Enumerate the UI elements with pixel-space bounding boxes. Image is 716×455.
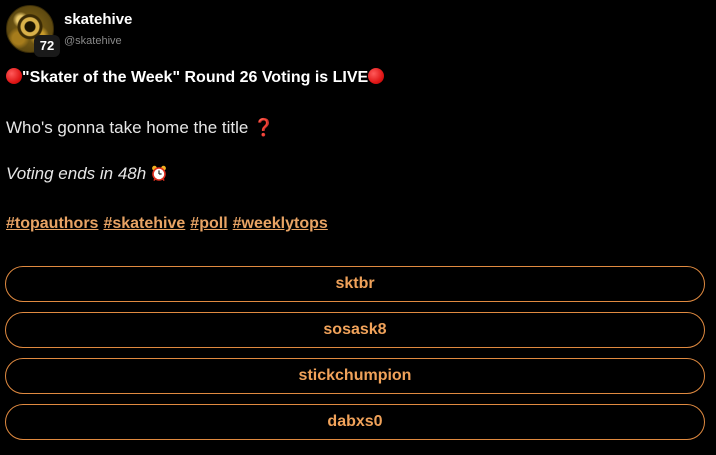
post-line-2: Voting ends in 48h xyxy=(6,163,167,185)
poll-option-button[interactable]: sosask8 xyxy=(5,312,705,348)
poll-option-button[interactable]: stickchumpion xyxy=(5,358,705,394)
hashtag-link[interactable]: #topauthors xyxy=(6,215,98,232)
question-mark-icon: ❓ xyxy=(253,118,275,138)
author-handle[interactable]: @skatehive xyxy=(64,33,132,49)
hashtag-link[interactable]: #weeklytops xyxy=(233,215,328,232)
hashtag-link[interactable]: #poll xyxy=(190,215,227,232)
poll-option-button[interactable]: dabxs0 xyxy=(5,404,705,440)
red-circle-icon xyxy=(368,68,385,84)
hashtag-link[interactable]: #skatehive xyxy=(103,215,185,232)
author-display-name[interactable]: skatehive xyxy=(64,11,132,29)
post-line-1-text: Who's gonna take home the title xyxy=(6,118,254,137)
author-names: skatehive @skatehive xyxy=(64,11,132,49)
poll-options: sktbr sosask8 stickchumpion dabxs0 xyxy=(5,266,705,450)
post-line-2-text: Voting ends in 48h xyxy=(6,164,151,183)
post-header: 72 skatehive @skatehive xyxy=(6,5,132,57)
post-title: "Skater of the Week" Round 26 Voting is … xyxy=(6,67,385,89)
hashtags: #topauthors #skatehive #poll #weeklytops xyxy=(6,213,333,235)
red-circle-icon xyxy=(6,68,22,84)
post-line-1: Who's gonna take home the title ❓ xyxy=(6,117,274,139)
alarm-clock-icon xyxy=(151,164,167,183)
level-badge: 72 xyxy=(34,35,60,57)
post-title-text: "Skater of the Week" Round 26 Voting is … xyxy=(22,69,369,86)
poll-option-button[interactable]: sktbr xyxy=(5,266,705,302)
avatar-container[interactable]: 72 xyxy=(6,5,60,57)
cast-post: 72 skatehive @skatehive "Skater of the W… xyxy=(0,0,716,455)
